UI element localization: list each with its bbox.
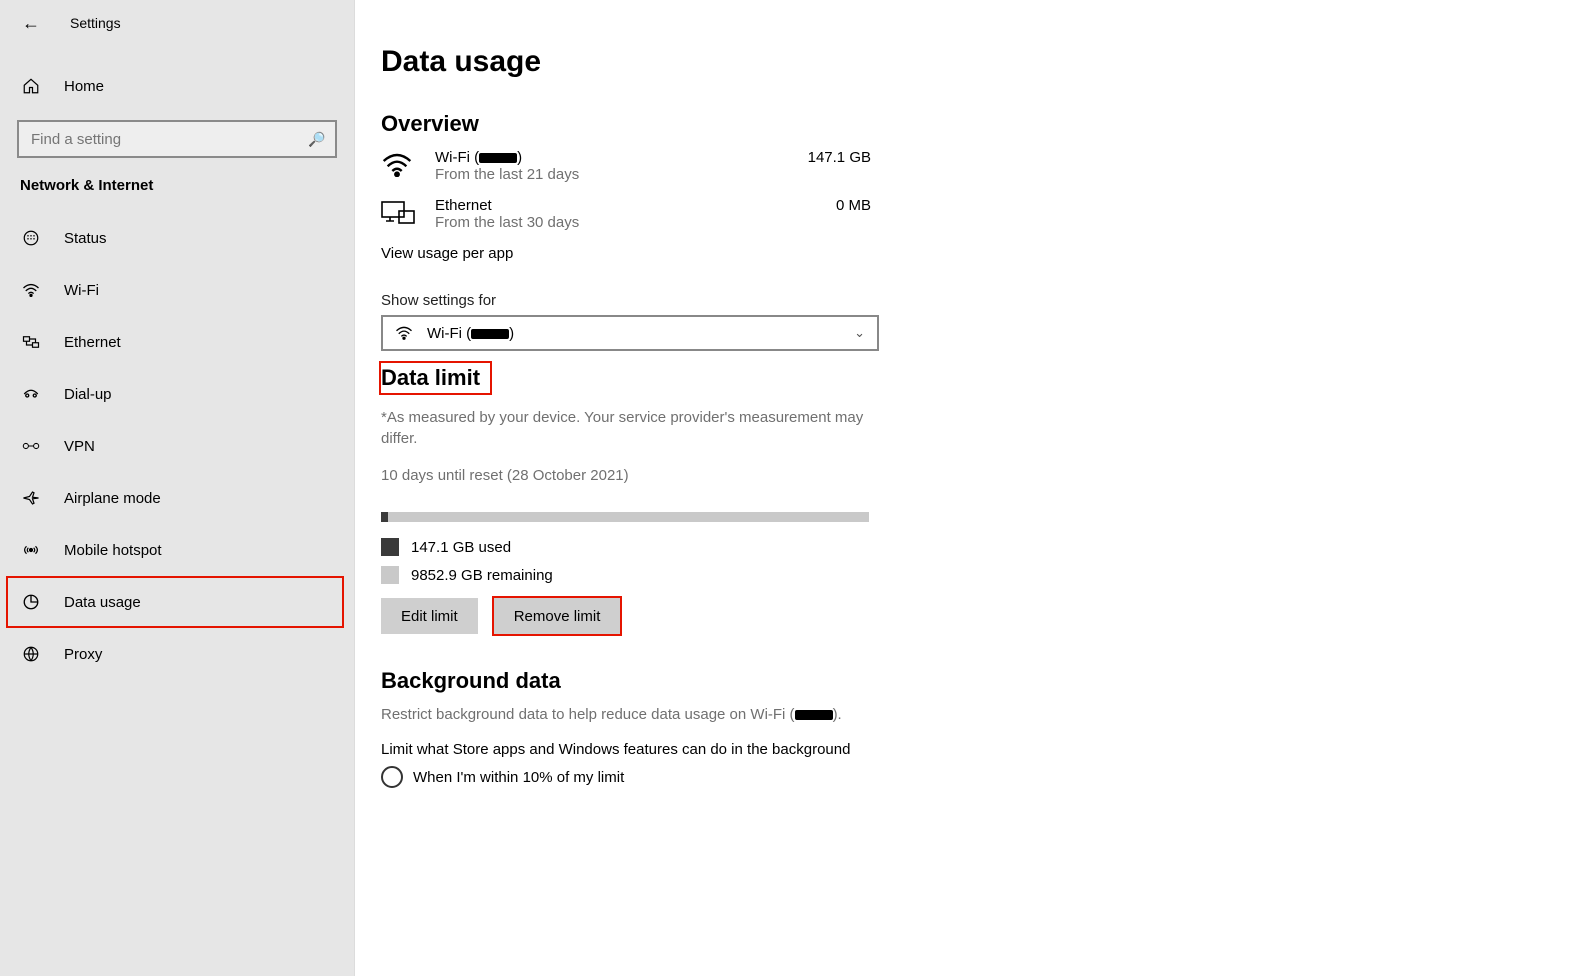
radio-icon: [381, 766, 403, 788]
sidebar-item-vpn[interactable]: VPN: [0, 420, 354, 472]
sidebar-item-airplane-mode[interactable]: Airplane mode: [0, 472, 354, 524]
ethernet-pc-icon: [381, 197, 435, 227]
show-settings-for-label: Show settings for: [381, 292, 1552, 309]
wifi-icon: [22, 283, 40, 297]
used-legend: 147.1 GB used: [381, 538, 1552, 556]
sidebar-category: Network & Internet: [0, 157, 354, 200]
connection-usage: 147.1 GB: [781, 149, 871, 166]
sidebar-item-label: Proxy: [64, 646, 102, 663]
redacted-text: [479, 153, 517, 163]
data-limit-title: Data limit: [381, 363, 490, 393]
sidebar-item-label: Wi-Fi: [64, 282, 99, 299]
data-limit-progress: [381, 512, 869, 522]
sidebar-item-label: VPN: [64, 438, 95, 455]
sidebar-item-label: Airplane mode: [64, 490, 161, 507]
background-data-desc: Restrict background data to help reduce …: [381, 706, 1552, 723]
datausage-icon: [22, 593, 40, 611]
progress-bar-fill: [381, 512, 388, 522]
background-limit-label: Limit what Store apps and Windows featur…: [381, 741, 1552, 758]
airplane-icon: [22, 489, 40, 507]
vpn-icon: [22, 437, 40, 455]
remaining-text: 9852.9 GB remaining: [411, 567, 553, 584]
redacted-text: [795, 710, 833, 720]
chevron-down-icon: ⌄: [854, 325, 865, 341]
network-dropdown[interactable]: Wi-Fi () ⌄: [381, 315, 879, 351]
data-limit-note: *As measured by your device. Your servic…: [381, 407, 881, 449]
app-title: Settings: [70, 15, 121, 31]
wifi-icon: [381, 149, 435, 177]
sidebar-item-mobile-hotspot[interactable]: Mobile hotspot: [0, 524, 354, 576]
sidebar-item-ethernet[interactable]: Ethernet: [0, 316, 354, 368]
connection-name: Ethernet: [435, 197, 781, 214]
dropdown-value: Wi-Fi (): [427, 325, 854, 342]
connection-name: Wi-Fi (): [435, 149, 781, 166]
radio-label: When I'm within 10% of my limit: [413, 769, 624, 786]
home-label: Home: [64, 78, 104, 95]
overview-connection[interactable]: Ethernet From the last 30 days 0 MB: [381, 197, 871, 231]
status-icon: [22, 229, 40, 247]
main-content: Data usage Overview Wi-Fi () From the la…: [355, 0, 1578, 976]
search-box[interactable]: 🔍: [18, 121, 336, 157]
sidebar-item-status[interactable]: Status: [0, 212, 354, 264]
reset-info: 10 days until reset (28 October 2021): [381, 467, 1552, 484]
sidebar-item-label: Ethernet: [64, 334, 121, 351]
sidebar-item-dial-up[interactable]: Dial-up: [0, 368, 354, 420]
hotspot-icon: [22, 541, 40, 559]
redacted-text: [471, 329, 509, 339]
remaining-swatch: [381, 566, 399, 584]
remove-limit-button[interactable]: Remove limit: [494, 598, 621, 634]
view-usage-per-app-link[interactable]: View usage per app: [381, 245, 1552, 262]
proxy-icon: [22, 645, 40, 663]
background-data-title: Background data: [381, 668, 1552, 694]
sidebar-item-label: Status: [64, 230, 107, 247]
sidebar-item-label: Mobile hotspot: [64, 542, 162, 559]
remaining-legend: 9852.9 GB remaining: [381, 566, 1552, 584]
sidebar-item-label: Dial-up: [64, 386, 112, 403]
sidebar-item-data-usage[interactable]: Data usage: [6, 576, 344, 628]
sidebar: ← Settings Home 🔍 Network & Internet Sta…: [0, 0, 355, 976]
wifi-icon: [395, 326, 413, 340]
sidebar-item-proxy[interactable]: Proxy: [0, 628, 354, 680]
back-button[interactable]: ←: [22, 14, 40, 32]
connection-usage: 0 MB: [781, 197, 871, 214]
ethernet-icon: [22, 333, 40, 351]
page-title: Data usage: [381, 45, 1552, 79]
dialup-icon: [22, 385, 40, 403]
search-input[interactable]: [29, 130, 308, 149]
overview-title: Overview: [381, 111, 1552, 137]
connection-period: From the last 30 days: [435, 214, 781, 231]
used-text: 147.1 GB used: [411, 539, 511, 556]
sidebar-item-label: Data usage: [64, 594, 141, 611]
used-swatch: [381, 538, 399, 556]
home-icon: [22, 77, 40, 95]
edit-limit-button[interactable]: Edit limit: [381, 598, 478, 634]
sidebar-home[interactable]: Home: [0, 63, 354, 109]
overview-connection[interactable]: Wi-Fi () From the last 21 days 147.1 GB: [381, 149, 871, 183]
search-icon: 🔍: [308, 131, 325, 148]
radio-option-1[interactable]: When I'm within 10% of my limit: [381, 766, 1552, 788]
sidebar-item-wi-fi[interactable]: Wi-Fi: [0, 264, 354, 316]
connection-period: From the last 21 days: [435, 166, 781, 183]
